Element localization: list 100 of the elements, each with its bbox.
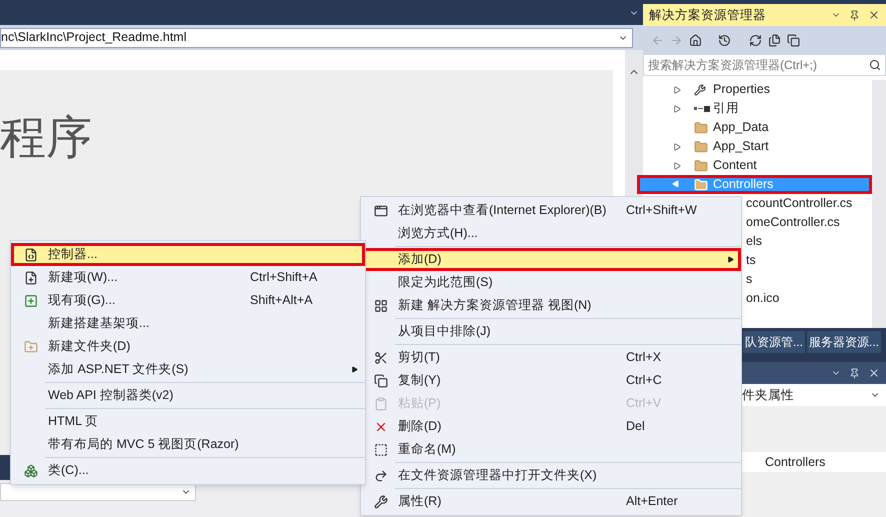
- property-value: Controllers: [765, 454, 826, 471]
- menu-item[interactable]: 浏览方式(H)...: [361, 222, 741, 245]
- reference-icon: [694, 106, 710, 112]
- menu-label: 删除(D): [398, 418, 442, 436]
- tree-label: els: [746, 233, 762, 250]
- menu-label: 添加(D): [398, 251, 442, 268]
- expand-triangle-icon[interactable]: [673, 142, 681, 150]
- folder-icon: [694, 140, 708, 154]
- shortcut-label: Ctrl+Shift+W: [626, 202, 698, 220]
- tree-item[interactable]: App_Data: [637, 118, 872, 137]
- menu-label: 添加 ASP.NET 文件夹(S): [48, 361, 190, 378]
- menu-label: 限定为此范围(S): [398, 274, 494, 292]
- menu-label: 新建搭建基架项...: [48, 315, 150, 332]
- address-field[interactable]: nc\SlarkInc\Project_Readme.html: [0, 28, 633, 48]
- pin-icon[interactable]: [849, 368, 860, 378]
- menu-label: 新建项(W)...: [48, 269, 119, 286]
- panel-title: 解决方案资源管理器: [649, 6, 767, 24]
- menu-label: 控制器...: [48, 246, 98, 264]
- tree-label: Properties: [713, 81, 770, 98]
- folder-plus-icon: [24, 340, 38, 354]
- folder-icon: [694, 178, 708, 192]
- expand-triangle-icon[interactable]: [673, 162, 681, 170]
- tree-item[interactable]: Content: [637, 156, 872, 175]
- menu-label: 新建 解决方案资源管理器 视图(N): [398, 297, 592, 314]
- panel-tab[interactable]: 服务器资源...: [807, 331, 882, 353]
- boxes-icon: [24, 464, 38, 478]
- submenu-arrow-icon: [350, 366, 358, 373]
- menu-label: 浏览方式(H)...: [398, 225, 479, 242]
- menu-label: 类(C)...: [48, 462, 90, 480]
- menu-label: 在文件资源管理器中打开文件夹(X): [398, 467, 598, 484]
- history-icon[interactable]: [718, 34, 731, 46]
- expand-triangle-icon[interactable]: [673, 86, 681, 94]
- close-icon[interactable]: [868, 9, 880, 21]
- menu-label: 粘贴(P): [398, 395, 442, 412]
- menu-label: 带有布局的 MVC 5 视图页(Razor): [48, 436, 240, 454]
- menu-item[interactable]: HTML 页: [11, 410, 365, 433]
- square-plus-icon: [24, 294, 38, 308]
- folder-icon: [694, 158, 708, 172]
- menu-label: 复制(Y): [398, 372, 442, 390]
- menu-label: HTML 页: [48, 413, 100, 430]
- menu-item[interactable]: 现有项(G)... Shift+Alt+A: [11, 289, 365, 312]
- menu-item[interactable]: 属性(R) Alt+Enter: [361, 490, 741, 513]
- tree-item[interactable]: 引用: [637, 99, 872, 118]
- copy-icon[interactable]: [787, 34, 800, 46]
- menu-label: 在浏览器中查看(Internet Explorer)(B): [398, 202, 608, 220]
- menu-item[interactable]: 添加 ASP.NET 文件夹(S): [11, 358, 365, 381]
- tree-label: ts: [746, 252, 756, 270]
- submenu-arrow-icon: [726, 256, 734, 263]
- menu-item[interactable]: 控制器...: [11, 243, 365, 266]
- menu-item[interactable]: 带有布局的 MVC 5 视图页(Razor): [11, 433, 365, 456]
- tree-label: on.ico: [746, 290, 780, 308]
- pin-icon[interactable]: [849, 10, 860, 20]
- shortcut-label: Alt+Enter: [626, 493, 679, 510]
- menu-label: 属性(R): [398, 493, 442, 510]
- copy-icon: [374, 374, 388, 388]
- shortcut-label: Del: [626, 418, 646, 436]
- tree-item[interactable]: Properties: [637, 80, 872, 99]
- refresh-icon[interactable]: [749, 34, 762, 46]
- collapse-triangle-icon[interactable]: [672, 180, 682, 190]
- shortcut-label: Shift+Alt+A: [250, 292, 314, 310]
- curved-arrow-icon: [374, 468, 388, 482]
- menu-item[interactable]: 新建搭建基架项...: [11, 312, 365, 335]
- tree-item[interactable]: App_Start: [637, 137, 872, 156]
- menu-label: 从项目中排除(J): [398, 323, 492, 340]
- scissors-icon: [374, 350, 388, 364]
- files-icon[interactable]: [768, 34, 781, 46]
- folder-icon: [694, 120, 708, 134]
- file-plus-icon: [24, 270, 38, 284]
- page-heading: 程序: [0, 114, 93, 160]
- tree-label: 引用: [713, 100, 739, 118]
- tree-label: omeController.cs: [746, 214, 840, 232]
- menu-label: 剪切(T): [398, 349, 441, 366]
- menu-item[interactable]: 在浏览器中查看(Internet Explorer)(B) Ctrl+Shift+W: [361, 199, 741, 222]
- tree-label: App_Start: [713, 138, 769, 156]
- search-field[interactable]: 搜索解决方案资源管理器(Ctrl+;): [643, 54, 886, 76]
- browser-icon: [374, 204, 388, 218]
- menu-label: 新建文件夹(D): [48, 338, 132, 356]
- clipboard-icon: [374, 396, 388, 410]
- wrench-icon: [374, 494, 388, 508]
- panel-tab[interactable]: 队资源管...: [743, 331, 806, 353]
- tree-label: Controllers: [713, 176, 774, 194]
- menu-label: 重命名(M): [398, 441, 457, 458]
- menu-item[interactable]: 新建文件夹(D): [11, 335, 365, 358]
- expand-triangle-icon[interactable]: [673, 104, 681, 112]
- menu-item[interactable]: Web API 控制器类(v2): [11, 384, 365, 407]
- shortcut-label: Ctrl+X: [626, 349, 662, 366]
- scrollbar[interactable]: [872, 80, 886, 328]
- tree-label: App_Data: [713, 119, 769, 136]
- close-icon[interactable]: [868, 367, 880, 379]
- tree-label: Content: [713, 157, 757, 174]
- home-icon[interactable]: [689, 34, 702, 46]
- wrench-icon: [694, 84, 706, 96]
- shortcut-label: Ctrl+Shift+A: [250, 269, 318, 286]
- menu-item[interactable]: 类(C)...: [11, 459, 365, 482]
- grid-icon: [374, 298, 388, 312]
- menu-label: 现有项(G)...: [48, 292, 116, 310]
- menu-label: Web API 控制器类(v2): [48, 387, 174, 404]
- search-icon[interactable]: [869, 59, 881, 71]
- file-code-icon: [24, 248, 38, 262]
- tree-label: s: [746, 271, 752, 288]
